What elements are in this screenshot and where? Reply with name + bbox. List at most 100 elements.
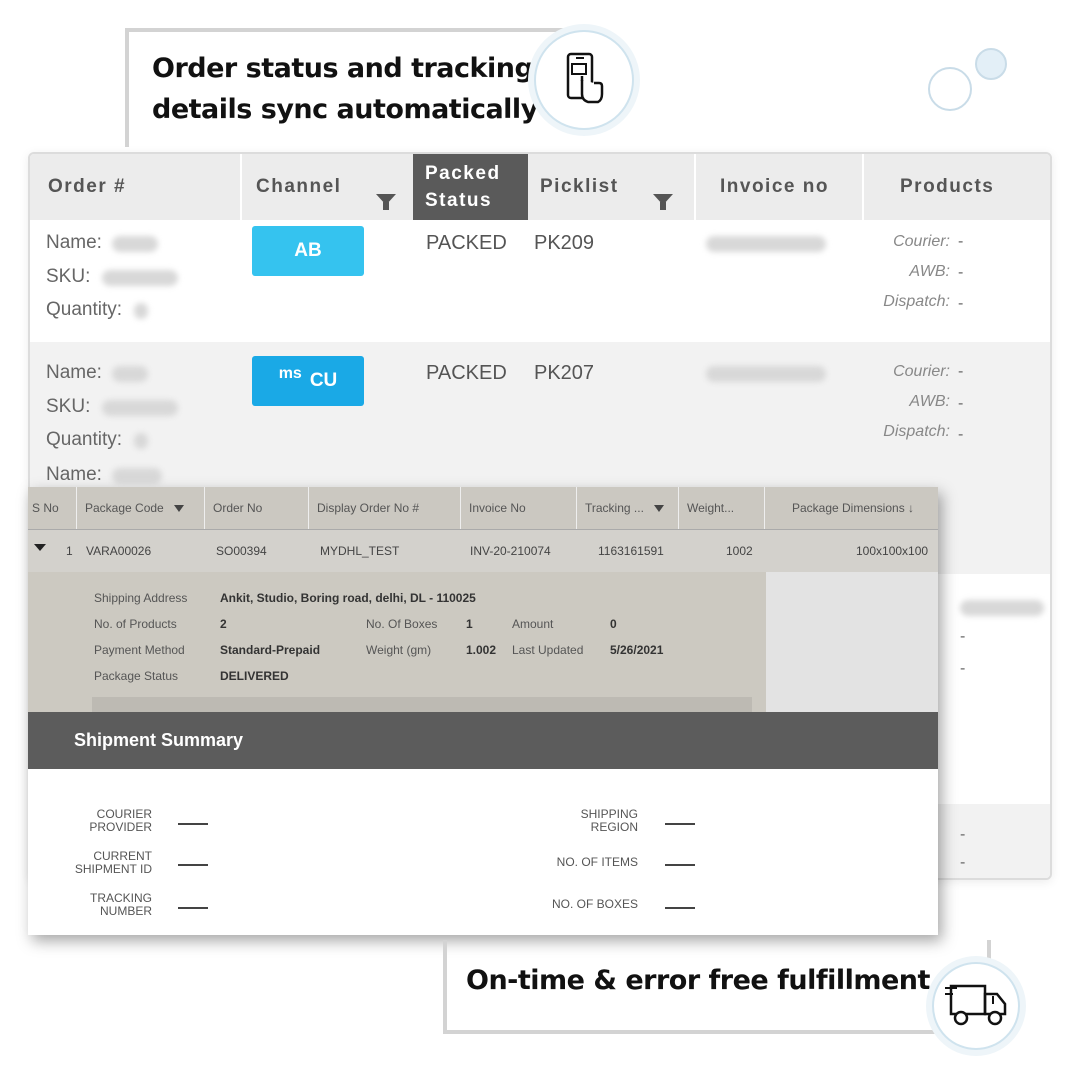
row2-sku-redacted: [102, 400, 178, 416]
package-status-value: DELIVERED: [220, 669, 289, 683]
column-channel-label: Channel: [256, 176, 342, 197]
shipping-address-value: Ankit, Studio, Boring road, delhi, DL - …: [220, 591, 476, 605]
pkg-row-invoice-no: INV-20-210074: [470, 544, 551, 558]
row2-awb-label: AWB:: [909, 393, 950, 410]
channel-badge[interactable]: ms CU: [252, 356, 364, 406]
amount-value: 0: [610, 617, 617, 631]
pkg-row-dimensions: 100x100x100: [856, 544, 929, 558]
row1-awb-label: AWB:: [909, 263, 950, 280]
pkg-row-package-code: VARA00026: [86, 544, 152, 558]
bottom-callout-text: On-time & error free fulfillment: [466, 965, 930, 996]
column-packed-status[interactable]: Packed Status: [413, 154, 528, 220]
row2-channel-label: CU: [309, 370, 338, 391]
last-updated-value: 5/26/2021: [610, 643, 664, 657]
row1-awb-value: -: [958, 264, 964, 281]
row2-courier-label: Courier:: [893, 363, 950, 380]
row1-name-redacted: [112, 236, 158, 252]
package-status-label: Package Status: [94, 669, 179, 683]
shipping-region-label: SHIPPING REGION: [538, 808, 638, 834]
package-panel: S No Package Code Order No Display Order…: [28, 487, 938, 935]
courier-provider-label-line2: PROVIDER: [89, 820, 152, 834]
row3-dispatch-value: -: [960, 660, 966, 677]
shipping-region-label-line2: REGION: [590, 820, 638, 834]
pkg-column-tracking[interactable]: Tracking ...: [576, 487, 683, 529]
no-of-boxes-label: NO. OF BOXES: [551, 897, 638, 911]
orders-table-header: Order # Channel Packed Status Picklist I…: [30, 154, 1050, 220]
row1-courier-label: Courier:: [893, 233, 950, 250]
expand-arrow-icon[interactable]: [34, 544, 46, 551]
shipment-summary-bar: Shipment Summary: [28, 712, 938, 769]
row1-quantity-label: Quantity:: [46, 299, 123, 320]
picklist-filter-icon[interactable]: [653, 194, 673, 210]
row4-value2: -: [960, 854, 966, 871]
pkg-column-weight[interactable]: Weight...: [678, 487, 763, 529]
row1-picklist[interactable]: PK209: [534, 232, 594, 255]
row1-channel-label: AB: [294, 240, 322, 261]
pkg-row-weight: 1002: [726, 544, 753, 558]
current-shipment-label: CURRENT SHIPMENT ID: [58, 850, 152, 876]
top-callout-line1: Order status and tracking: [152, 53, 534, 84]
column-order[interactable]: Order #: [48, 154, 238, 220]
column-invoice[interactable]: Invoice no: [694, 154, 860, 220]
row1-packed-status: PACKED: [426, 232, 507, 254]
pkg-column-sno[interactable]: S No: [32, 487, 70, 529]
row1-dispatch-label: Dispatch:: [883, 293, 950, 310]
package-table-header: S No Package Code Order No Display Order…: [28, 487, 938, 530]
row1-sku-label: SKU:: [46, 266, 91, 287]
row2-invoice-redacted: [706, 366, 826, 382]
pkg-row-sno: 1: [66, 544, 73, 558]
pkg-column-display-order-no[interactable]: Display Order No #: [308, 487, 459, 529]
row2-name2-label: Name:: [46, 464, 102, 485]
package-details-side: [766, 572, 938, 712]
row2-name-label: Name:: [46, 362, 102, 383]
row2-packed-status: PACKED: [426, 362, 507, 384]
pkg-column-package-code[interactable]: Package Code: [76, 487, 209, 529]
pkg-column-order-no[interactable]: Order No: [204, 487, 309, 529]
column-packed-status-line2: Status: [425, 190, 493, 211]
column-products[interactable]: Products: [862, 154, 1050, 220]
no-boxes-label: No. Of Boxes: [366, 617, 438, 631]
current-shipment-label-line2: SHIPMENT ID: [74, 862, 152, 876]
payment-method-label: Payment Method: [94, 643, 185, 657]
filter-icon[interactable]: [173, 504, 184, 512]
courier-provider-value: [178, 823, 208, 825]
sub-table-header-partial: [92, 697, 752, 712]
amount-label: Amount: [512, 617, 554, 631]
pkg-row-display-order-no: MYDHL_TEST: [320, 544, 400, 558]
shipping-address-label: Shipping Address: [94, 591, 188, 605]
no-of-boxes-value: [665, 907, 695, 909]
pkg-row-tracking: 1163161591: [598, 544, 664, 558]
current-shipment-value: [178, 864, 208, 866]
payment-method-value: Standard-Prepaid: [220, 643, 321, 657]
top-callout-text: Order status and tracking details sync a…: [152, 48, 538, 130]
row3-awb-value: -: [960, 628, 966, 645]
filter-icon[interactable]: [653, 504, 664, 512]
row1-sku-redacted: [102, 270, 178, 286]
top-callout-line2: details sync automatically: [152, 94, 538, 125]
row2-quantity-redacted: [134, 433, 148, 449]
tracking-number-label: TRACKING NUMBER: [68, 892, 152, 918]
row2-picklist[interactable]: PK207: [534, 362, 594, 385]
column-picklist[interactable]: Picklist: [540, 154, 690, 220]
tracking-number-label-line2: NUMBER: [99, 904, 152, 918]
row2-dispatch-value: -: [958, 426, 964, 443]
mobile-tap-icon: [534, 30, 634, 130]
row2-name-redacted: [112, 366, 148, 382]
pkg-column-dimensions[interactable]: Package Dimensions ↓: [764, 487, 933, 529]
column-channel[interactable]: Channel: [240, 154, 412, 220]
row2-quantity-label: Quantity:: [46, 429, 123, 450]
channel-badge[interactable]: AB: [252, 226, 364, 276]
channel-filter-icon[interactable]: [376, 194, 396, 210]
shipping-region-value: [665, 823, 695, 825]
row1-quantity-redacted: [134, 303, 148, 319]
pkg-column-tracking-label: Tracking ...: [585, 501, 644, 515]
pkg-column-package-code-label: Package Code: [85, 501, 164, 515]
row3-redacted: [960, 600, 1044, 616]
row1-dispatch-value: -: [958, 295, 964, 312]
pkg-column-invoice-no[interactable]: Invoice No: [460, 487, 577, 529]
no-of-items-label: NO. OF ITEMS: [556, 855, 638, 869]
tracking-number-value: [178, 907, 208, 909]
weight-value: 1.002: [466, 643, 497, 657]
no-products-value: 2: [220, 617, 227, 631]
no-products-label: No. of Products: [94, 617, 177, 631]
